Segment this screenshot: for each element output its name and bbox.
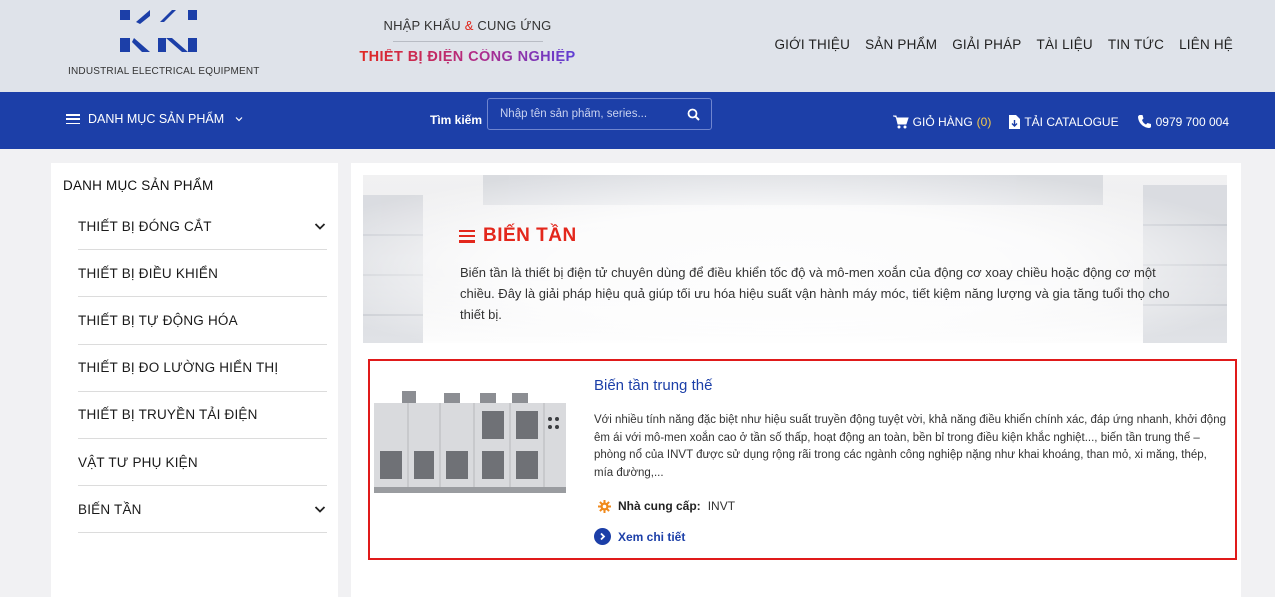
sidebar-list: THIẾT BỊ ĐÓNG CẮT THIẾT BỊ ĐIỀU KHIỂN TH… — [78, 203, 327, 534]
sidebar-item-label: THIẾT BỊ ĐIỀU KHIỂN — [78, 265, 219, 281]
cart-button[interactable]: GIỎ HÀNG (0) — [892, 114, 992, 129]
category-menu-label: DANH MỤC SẢN PHẨM — [88, 112, 225, 126]
nav-gioi-thieu[interactable]: GIỚI THIỆU — [774, 37, 850, 52]
chevron-down-icon[interactable] — [313, 219, 327, 233]
cart-icon — [892, 115, 909, 128]
tagline-divider — [392, 41, 543, 42]
tagline-top: NHẬP KHẨU & CUNG ỨNG — [355, 18, 580, 33]
nav-tin-tuc[interactable]: TIN TỨC — [1108, 37, 1164, 52]
toolbar: DANH MỤC SẢN PHẨM Tìm kiếm GIỎ HÀNG (0) … — [0, 92, 1275, 149]
menu-bars-icon — [459, 229, 475, 243]
main-nav: GIỚI THIỆU SẢN PHẨM GIẢI PHÁP TÀI LIỆU T… — [774, 37, 1233, 52]
gear-icon — [598, 499, 611, 513]
search-icon — [687, 108, 700, 121]
sidebar-item-thiet-bi-dong-cat[interactable]: THIẾT BỊ ĐÓNG CẮT — [78, 203, 327, 251]
sidebar: DANH MỤC SẢN PHẨM THIẾT BỊ ĐÓNG CẮT THIẾ… — [51, 163, 338, 597]
search-box — [487, 98, 712, 130]
view-detail-link[interactable]: Xem chi tiết — [594, 528, 685, 545]
main-content: BIẾN TẦN Biến tần là thiết bị điện tử ch… — [351, 163, 1241, 597]
tagline-part2: CUNG ỨNG — [473, 18, 552, 33]
tagline-part1: NHẬP KHẨU — [383, 18, 465, 33]
site-header: INDUSTRIAL ELECTRICAL EQUIPMENT NHẬP KHẨ… — [0, 0, 1275, 92]
sidebar-item-thiet-bi-do-luong[interactable]: THIẾT BỊ ĐO LƯỜNG HIỂN THỊ — [78, 345, 327, 392]
sidebar-item-label: THIẾT BỊ TỰ ĐỘNG HÓA — [78, 312, 238, 328]
search-label: Tìm kiếm — [430, 113, 483, 127]
page-title-text: BIẾN TẦN — [483, 225, 577, 246]
product-title[interactable]: Biến tần trung thế — [594, 377, 712, 394]
sidebar-item-label: THIẾT BỊ ĐO LƯỜNG HIỂN THỊ — [78, 360, 279, 376]
logo[interactable]: INDUSTRIAL ELECTRICAL EQUIPMENT — [68, 8, 260, 84]
chevron-down-icon — [235, 117, 243, 122]
hamburger-icon — [66, 114, 80, 124]
sidebar-title: DANH MỤC SẢN PHẨM — [63, 178, 214, 193]
supplier-value: INVT — [707, 499, 736, 513]
page-title: BIẾN TẦN — [459, 225, 577, 247]
product-card[interactable]: Biến tần trung thế Với nhiều tính năng đ… — [368, 359, 1237, 560]
category-menu-button[interactable]: DANH MỤC SẢN PHẨM — [66, 112, 244, 126]
tagline-ampersand: & — [464, 18, 474, 33]
product-image[interactable] — [374, 389, 566, 493]
search-input[interactable] — [488, 99, 675, 129]
category-description: Biến tần là thiết bị điện tử chuyên dùng… — [460, 265, 1170, 322]
supplier-label: Nhà cung cấp: — [618, 499, 701, 513]
arrow-right-circle-icon — [594, 528, 611, 545]
sidebar-item-vat-tu-phu-kien[interactable]: VẬT TƯ PHỤ KIỆN — [78, 439, 327, 487]
logo-mark — [120, 10, 197, 52]
nav-giai-phap[interactable]: GIẢI PHÁP — [952, 37, 1021, 52]
logo-caption: INDUSTRIAL ELECTRICAL EQUIPMENT — [68, 66, 260, 77]
cart-label: GIỎ HÀNG — [912, 114, 973, 129]
sidebar-item-label: THIẾT BỊ TRUYỀN TẢI ĐIỆN — [78, 407, 258, 423]
product-description: Với nhiều tính năng đặc biệt như hiệu su… — [594, 414, 1226, 480]
sidebar-item-label: VẬT TƯ PHỤ KIỆN — [78, 454, 198, 470]
tagline: NHẬP KHẨU & CUNG ỨNG THIẾT BỊ ĐIỆN CÔNG … — [355, 18, 580, 65]
supplier-info: Nhà cung cấp: INVT — [598, 499, 735, 513]
phone-icon — [1137, 115, 1151, 128]
toolbar-right: GIỎ HÀNG (0) TẢI CATALOGUE 0979 700 004 — [892, 114, 1229, 129]
sidebar-item-bien-tan[interactable]: BIẾN TẦN — [78, 486, 327, 534]
nav-tai-lieu[interactable]: TÀI LIỆU — [1037, 37, 1093, 52]
catalogue-label: TẢI CATALOGUE — [1024, 114, 1119, 129]
file-download-icon — [1009, 114, 1021, 129]
category-banner: BIẾN TẦN Biến tần là thiết bị điện tử ch… — [363, 175, 1227, 343]
download-catalogue-button[interactable]: TẢI CATALOGUE — [1009, 114, 1119, 129]
phone-link[interactable]: 0979 700 004 — [1137, 114, 1229, 129]
sidebar-item-label: THIẾT BỊ ĐÓNG CẮT — [78, 218, 212, 234]
view-detail-label: Xem chi tiết — [618, 529, 686, 544]
chevron-down-icon[interactable] — [313, 502, 327, 516]
nav-san-pham[interactable]: SẢN PHẨM — [865, 37, 937, 52]
nav-lien-he[interactable]: LIÊN HỆ — [1179, 37, 1233, 52]
cart-count: (0) — [976, 114, 992, 129]
phone-number: 0979 700 004 — [1155, 114, 1229, 129]
sidebar-item-thiet-bi-truyen-tai[interactable]: THIẾT BỊ TRUYỀN TẢI ĐIỆN — [78, 392, 327, 439]
tagline-main: THIẾT BỊ ĐIỆN CÔNG NGHIỆP — [355, 49, 580, 65]
sidebar-item-thiet-bi-dieu-khien[interactable]: THIẾT BỊ ĐIỀU KHIỂN — [78, 250, 327, 298]
search-button[interactable] — [675, 99, 711, 129]
sidebar-item-thiet-bi-tu-dong-hoa[interactable]: THIẾT BỊ TỰ ĐỘNG HÓA — [78, 297, 327, 345]
sidebar-item-label: BIẾN TẦN — [78, 501, 142, 517]
